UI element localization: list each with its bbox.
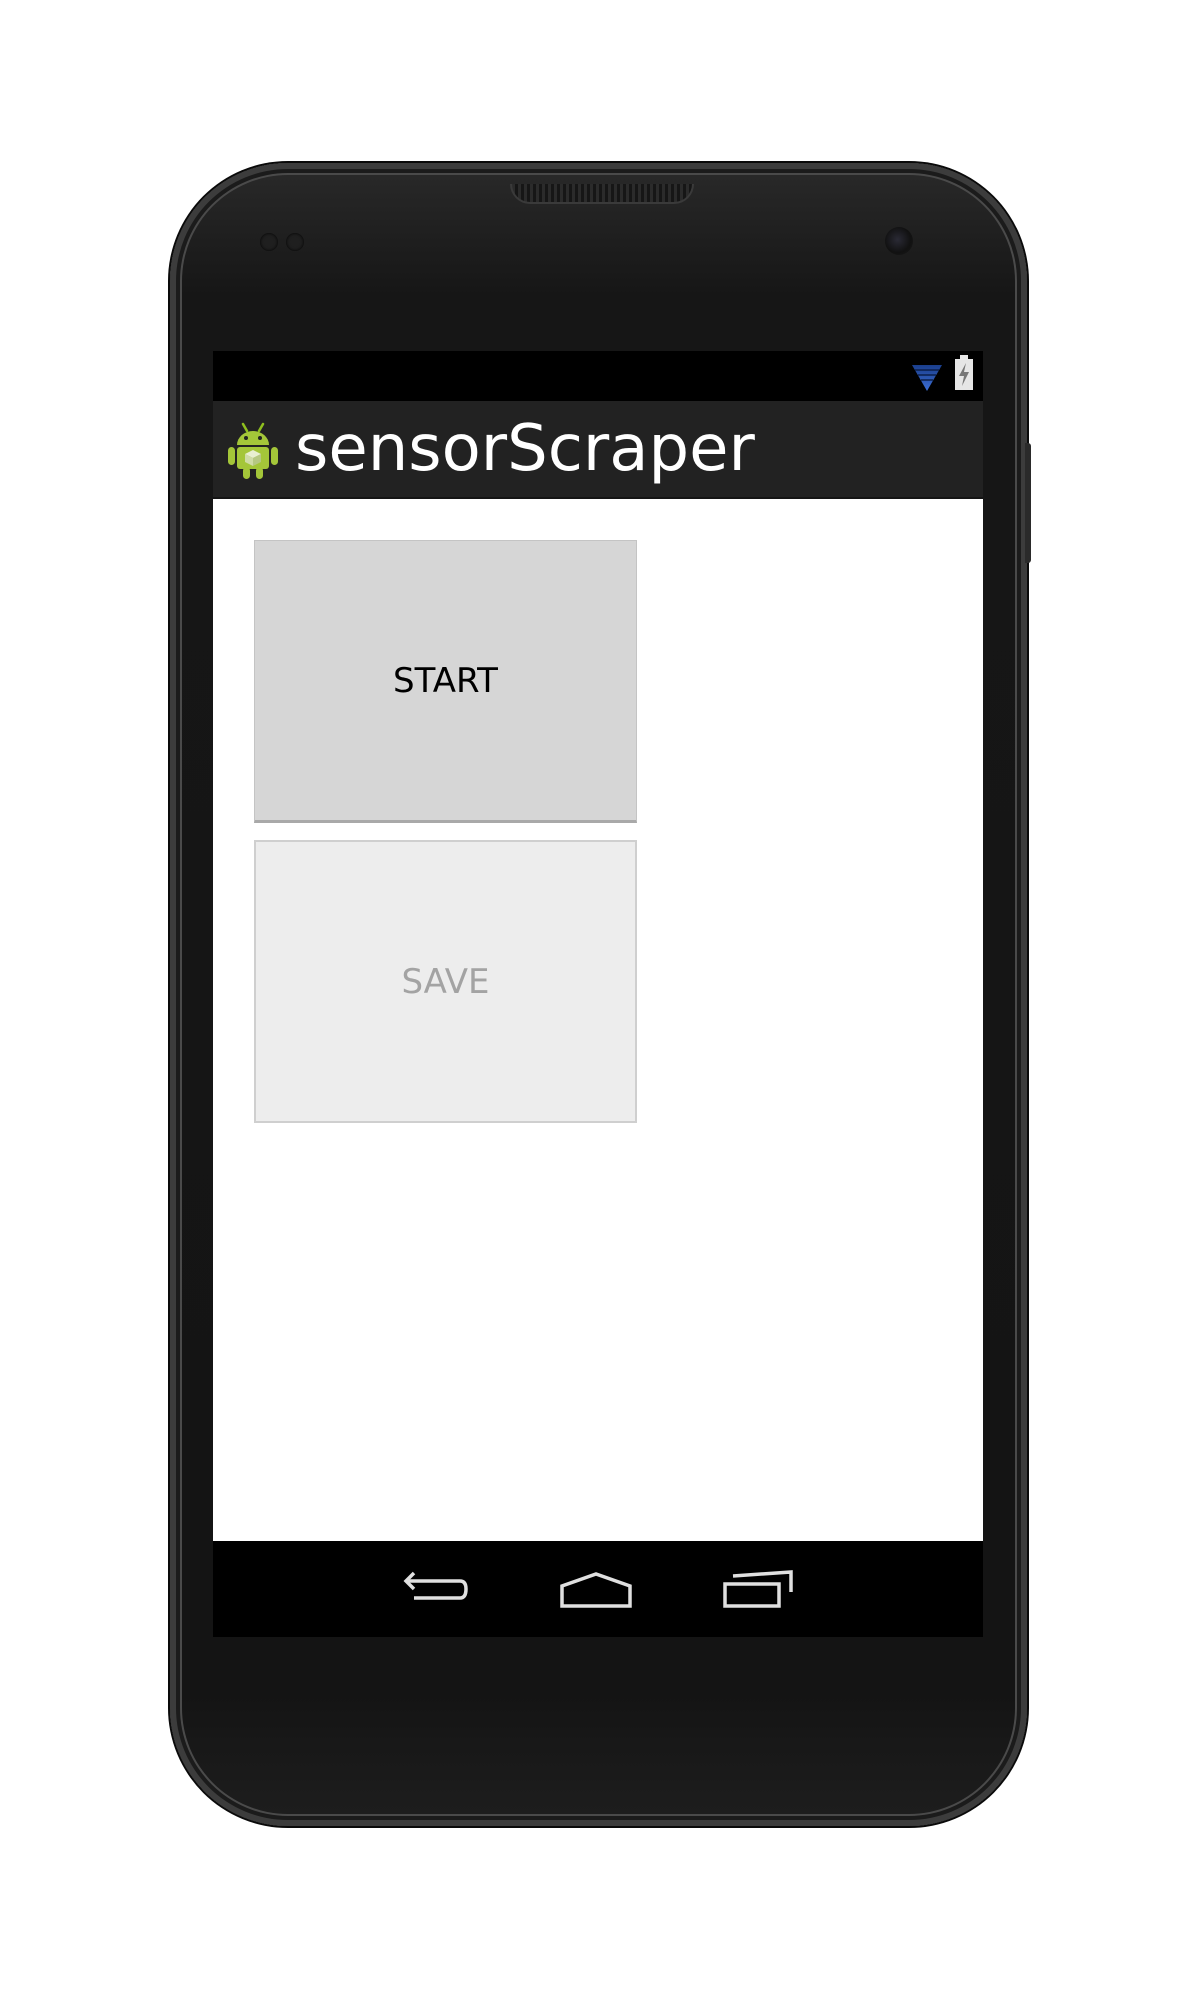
home-icon[interactable] — [560, 1564, 632, 1614]
front-camera — [885, 227, 913, 255]
save-button-label: SAVE — [401, 961, 490, 1002]
back-icon[interactable] — [400, 1564, 472, 1614]
start-button-label: START — [393, 660, 498, 701]
start-button[interactable]: START — [254, 540, 637, 823]
page: sensorScraper START SAVE — [0, 0, 1195, 1994]
battery-charging-icon — [955, 355, 973, 390]
action-bar: sensorScraper — [213, 401, 983, 499]
device-screen: sensorScraper START SAVE — [213, 351, 983, 1637]
power-button[interactable] — [1025, 443, 1031, 563]
navigation-bar — [213, 1541, 983, 1637]
proximity-sensor — [260, 233, 312, 253]
recent-apps-icon[interactable] — [721, 1564, 793, 1614]
earpiece-speaker — [510, 184, 694, 204]
status-bar — [213, 351, 983, 401]
wifi-icon — [912, 365, 942, 391]
save-button[interactable]: SAVE — [254, 840, 637, 1123]
phone-frame: sensorScraper START SAVE — [170, 163, 1031, 1826]
android-robot-icon — [228, 422, 278, 479]
main-content: START SAVE — [213, 499, 983, 1541]
app-title: sensorScraper — [295, 412, 755, 486]
